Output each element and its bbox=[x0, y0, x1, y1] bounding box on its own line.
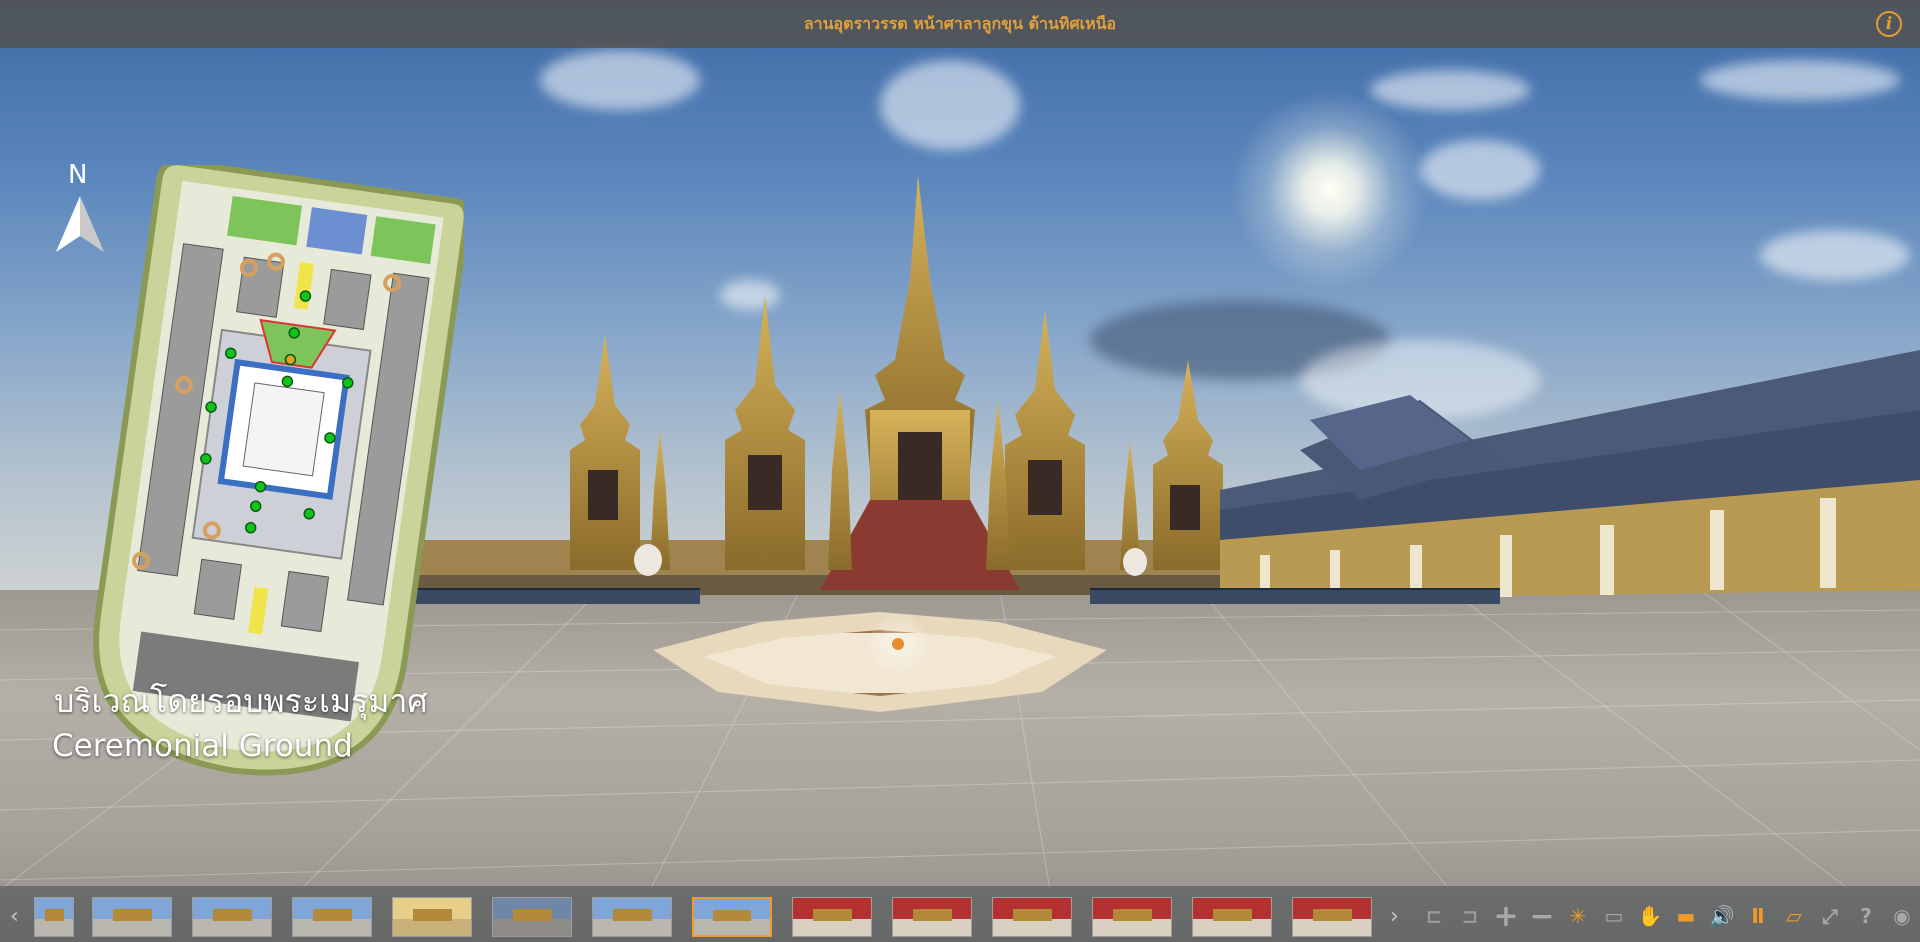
scene-thumbnail[interactable] bbox=[1292, 897, 1372, 937]
about-icon[interactable]: ◉ bbox=[1884, 898, 1920, 934]
thumbnail-building bbox=[1012, 909, 1052, 921]
scene-thumbnail[interactable] bbox=[34, 897, 74, 937]
scene-thumbnail[interactable] bbox=[492, 897, 572, 937]
sala-luk-khun-hall bbox=[1220, 350, 1920, 600]
thumbnail-ground bbox=[293, 918, 371, 936]
thumbnail-ground bbox=[893, 918, 971, 936]
fullscreen-icon[interactable]: ⤢ bbox=[1812, 898, 1848, 934]
scene-thumbnail[interactable] bbox=[892, 897, 972, 937]
thumbnail-building bbox=[44, 909, 64, 921]
vr-icon[interactable]: ▭ bbox=[1596, 898, 1632, 934]
thumbnail-building bbox=[1312, 909, 1352, 921]
cloud bbox=[540, 50, 700, 110]
scene-title: ลานอุตราวรรต หน้าศาลาลูกขุน ด้านทิศเหนือ bbox=[803, 13, 1117, 33]
hand-icon[interactable]: ✋ bbox=[1632, 898, 1668, 934]
cloud bbox=[1370, 70, 1530, 110]
help-icon[interactable]: ? bbox=[1848, 898, 1884, 934]
scene-thumbnail[interactable] bbox=[1092, 897, 1172, 937]
zoom-out-icon[interactable]: − bbox=[1524, 898, 1560, 934]
scene-thumbnail[interactable] bbox=[392, 897, 472, 937]
chevron-left-icon[interactable]: ‹ bbox=[10, 904, 19, 929]
thumbnail-ground bbox=[1193, 918, 1271, 936]
place-name-thai: บริเวณโดยรอบพระเมรุมาศ bbox=[54, 682, 428, 720]
thumbnail-ground bbox=[393, 918, 471, 936]
reflecting-pool bbox=[1090, 588, 1500, 604]
thumbnail-ground bbox=[793, 918, 871, 936]
scene-thumbnail[interactable] bbox=[292, 897, 372, 937]
thumbnail-ground bbox=[1293, 918, 1371, 936]
info-icon[interactable]: i bbox=[1876, 11, 1902, 37]
hotspot-dot bbox=[892, 638, 904, 650]
scene-thumbnail[interactable] bbox=[192, 897, 272, 937]
viewer-toolbar: ⊏ ⊐ + − ✳ ▭ ✋ ▬ 🔊 Ⅱ ▱ ⤢? ◉ bbox=[1416, 896, 1920, 936]
map-icon[interactable]: ▱ bbox=[1776, 898, 1812, 934]
scene-thumbnail[interactable] bbox=[1192, 897, 1272, 937]
navigation-hotspot[interactable] bbox=[868, 614, 928, 674]
scene-thumbnail-active[interactable] bbox=[692, 897, 772, 937]
thumbnail-ground bbox=[93, 918, 171, 936]
thumbnail-ground bbox=[193, 918, 271, 936]
royal-crematorium bbox=[370, 175, 1270, 595]
thumbnail-ground bbox=[1093, 918, 1171, 936]
cloud bbox=[1700, 60, 1900, 100]
thumbnail-building bbox=[812, 909, 852, 921]
previous-scene-icon[interactable]: ⊏ bbox=[1416, 898, 1452, 934]
thumbnail-building bbox=[512, 909, 552, 921]
scene-thumbnail[interactable] bbox=[92, 897, 172, 937]
place-name-english: Ceremonial Ground bbox=[52, 728, 353, 764]
chevron-right-icon[interactable]: › bbox=[1390, 904, 1399, 929]
thumbnail-ground bbox=[593, 918, 671, 936]
cloud bbox=[880, 60, 1020, 150]
title-bar: ลานอุตราวรรต หน้าศาลาลูกขุน ด้านทิศเหนือ… bbox=[0, 0, 1920, 48]
thumbnail-building bbox=[412, 909, 452, 921]
thumbnail-building bbox=[1212, 909, 1252, 921]
thumbnail-ground bbox=[694, 918, 770, 935]
thumbnail-building bbox=[212, 909, 252, 921]
cloud bbox=[1420, 140, 1540, 200]
scene-thumbnail[interactable] bbox=[592, 897, 672, 937]
pause-icon[interactable]: Ⅱ bbox=[1740, 898, 1776, 934]
next-scene-icon[interactable]: ⊐ bbox=[1452, 898, 1488, 934]
cloud bbox=[1760, 230, 1910, 280]
thumbnail-ground bbox=[993, 918, 1071, 936]
sound-icon[interactable]: 🔊 bbox=[1704, 898, 1740, 934]
thumbnail-building bbox=[312, 909, 352, 921]
thumbnail-building bbox=[112, 909, 152, 921]
thumbnail-building bbox=[713, 909, 751, 921]
thumbnail-ground bbox=[493, 918, 571, 936]
gallery-icon[interactable]: ▬ bbox=[1668, 898, 1704, 934]
thumbnail-building bbox=[612, 909, 652, 921]
autorotate-icon[interactable]: ✳ bbox=[1560, 898, 1596, 934]
scene-thumbnail[interactable] bbox=[992, 897, 1072, 937]
scene-thumbnail[interactable] bbox=[792, 897, 872, 937]
panorama-viewer[interactable]: N บริเวณโดยรอบพระเมรุมาศ Ceremonial Grou… bbox=[0, 0, 1920, 942]
zoom-in-icon[interactable]: + bbox=[1488, 898, 1524, 934]
thumbnail-building bbox=[912, 909, 952, 921]
thumbnail-ground bbox=[35, 918, 73, 936]
thumbnail-building bbox=[1112, 909, 1152, 921]
